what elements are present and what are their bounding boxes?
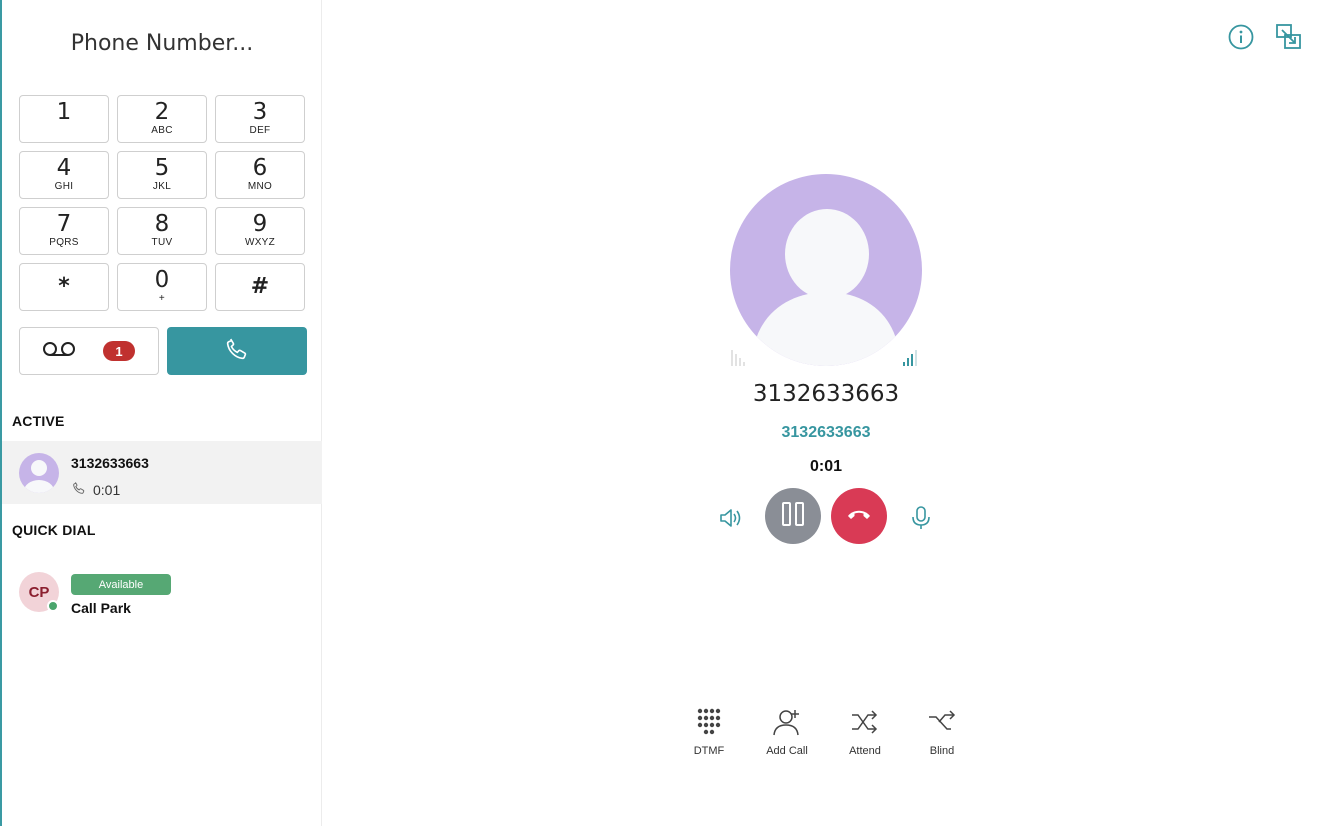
- hangup-icon: [845, 500, 873, 533]
- key-digit: 2: [154, 99, 170, 125]
- quick-dial-name[interactable]: Call Park: [71, 600, 131, 616]
- status-badge: Available: [71, 574, 171, 595]
- key-star[interactable]: *: [19, 263, 109, 311]
- key-digit: 3: [252, 99, 268, 125]
- key-8[interactable]: 8 TUV: [117, 207, 207, 255]
- key-9[interactable]: 9 WXYZ: [215, 207, 305, 255]
- duration-text: 0:01: [93, 481, 121, 498]
- attend-transfer-button[interactable]: Attend: [835, 708, 895, 757]
- action-label: Add Call: [766, 745, 808, 757]
- call-timer: 0:01: [809, 458, 843, 475]
- key-letters: WXYZ: [244, 237, 276, 248]
- caller-number: 3132633663: [752, 381, 900, 407]
- hold-button[interactable]: [765, 488, 821, 544]
- key-7[interactable]: 7 PQRS: [19, 207, 109, 255]
- key-letters: PQRS: [49, 237, 79, 248]
- speaker-icon[interactable]: [718, 505, 744, 531]
- key-1[interactable]: 1: [19, 95, 109, 143]
- key-letters: TUV: [151, 237, 173, 248]
- key-digit: 6: [252, 155, 268, 181]
- active-call-number: 3132633663: [71, 455, 149, 471]
- key-hash[interactable]: #: [215, 263, 305, 311]
- key-6[interactable]: 6 MNO: [215, 151, 305, 199]
- phone-icon: [223, 335, 251, 368]
- info-icon[interactable]: [1228, 24, 1254, 50]
- action-label: Blind: [929, 745, 955, 757]
- key-digit: 5: [154, 155, 170, 181]
- dialpad-icon: [696, 708, 722, 741]
- key-2[interactable]: 2 ABC: [117, 95, 207, 143]
- action-label: DTMF: [693, 745, 725, 757]
- add-call-button[interactable]: Add Call: [757, 708, 817, 757]
- popout-icon[interactable]: [1276, 24, 1302, 50]
- key-digit: #: [250, 274, 270, 299]
- active-call-duration: 0:01: [71, 480, 120, 499]
- quick-dial-title: QUICK DIAL: [12, 522, 96, 538]
- key-digit: 4: [56, 155, 72, 181]
- key-0[interactable]: 0 +: [117, 263, 207, 311]
- voicemail-button[interactable]: 1: [19, 327, 159, 375]
- key-letters: JKL: [152, 181, 172, 192]
- caller-subtitle: 3132633663: [781, 424, 871, 441]
- key-letters: ABC: [151, 125, 173, 136]
- key-digit: 7: [56, 211, 72, 237]
- signal-weak-icon: [730, 346, 752, 371]
- key-letters: +: [158, 293, 166, 304]
- key-5[interactable]: 5 JKL: [117, 151, 207, 199]
- attended-transfer-icon: [850, 708, 880, 741]
- hangup-button[interactable]: [831, 488, 887, 544]
- call-button[interactable]: [167, 327, 307, 375]
- key-letters: GHI: [54, 181, 74, 192]
- blind-transfer-icon: [927, 708, 957, 741]
- signal-strength-icon: [900, 346, 922, 371]
- key-letters: DEF: [249, 125, 271, 136]
- active-section-title: ACTIVE: [12, 413, 65, 429]
- dtmf-button[interactable]: DTMF: [679, 708, 739, 757]
- microphone-icon[interactable]: [908, 505, 934, 531]
- key-digit: 8: [154, 211, 170, 237]
- voicemail-icon: [42, 341, 76, 362]
- voicemail-count-badge: 1: [103, 341, 135, 361]
- key-letters: MNO: [247, 181, 273, 192]
- presence-dot: [47, 600, 59, 612]
- phone-number-input[interactable]: [2, 24, 322, 62]
- phone-icon: [71, 480, 87, 499]
- key-digit: 0: [154, 267, 170, 293]
- pause-icon: [779, 500, 807, 533]
- avatar: [19, 453, 59, 493]
- caller-avatar: [730, 174, 922, 366]
- add-call-icon: [771, 708, 803, 741]
- dialer-panel: 1 2ABC 3DEF 4GHI 5JKL 6MNO 7PQRS 8TUV 9W…: [0, 0, 322, 826]
- key-digit: 9: [252, 211, 268, 237]
- key-3[interactable]: 3 DEF: [215, 95, 305, 143]
- softphone-app: 1 2ABC 3DEF 4GHI 5JKL 6MNO 7PQRS 8TUV 9W…: [0, 0, 1323, 826]
- key-digit: *: [58, 274, 70, 299]
- active-call-item[interactable]: 3132633663 0:01: [2, 441, 322, 504]
- key-digit: 1: [56, 99, 72, 125]
- keypad: 1 2 ABC 3 DEF 4 GHI 5 JKL 6 MNO 7 PQRS 8 TUV 9W…: [19, 95, 309, 311]
- key-4[interactable]: 4 GHI: [19, 151, 109, 199]
- blind-transfer-button[interactable]: Blind: [912, 708, 972, 757]
- action-label: Attend: [849, 745, 881, 757]
